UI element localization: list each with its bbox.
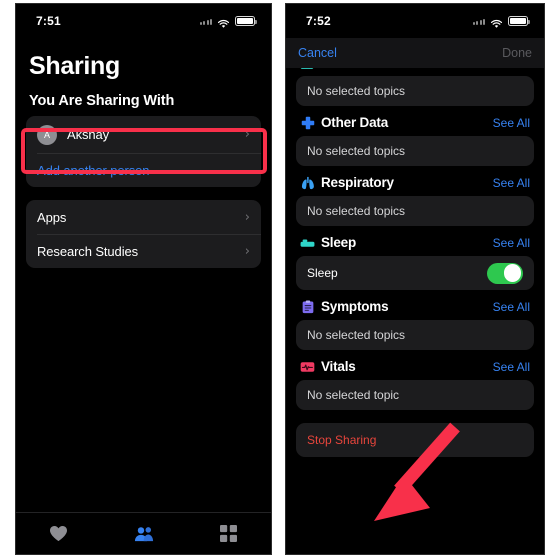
topic-row[interactable]: No selected topics (296, 136, 534, 166)
add-another-person-label: Add another person (37, 162, 150, 178)
topic-row[interactable]: No selected topic (296, 380, 534, 410)
avatar: A (37, 124, 57, 145)
see-all-button[interactable]: See All (493, 360, 530, 374)
topic-label: No selected topics (307, 204, 406, 218)
wifi-icon (217, 16, 230, 28)
browse-tab[interactable] (199, 519, 259, 549)
section-title: Vitals (321, 359, 356, 374)
person-card: A Akshay › Add another person (26, 116, 261, 187)
page-title: Sharing (29, 52, 120, 80)
sleep-label: Sleep (307, 266, 338, 280)
cellular-dots-icon (472, 17, 485, 25)
sleep-toggle-switch[interactable] (487, 262, 523, 284)
stop-sharing-label: Stop Sharing (307, 433, 377, 447)
status-indicators (472, 16, 530, 28)
status-indicators (199, 16, 257, 28)
section-header-symptoms: Symptoms See All (296, 290, 534, 320)
partial-scrolled-section-header (296, 68, 534, 76)
bottom-tab-bar (16, 512, 271, 554)
wifi-icon (490, 16, 503, 28)
modal-navigation-bar: Cancel Done (286, 38, 544, 68)
chevron-right-icon: › (244, 127, 250, 142)
cellular-dots-icon (199, 17, 212, 25)
clipboard-icon (300, 299, 315, 314)
see-all-button[interactable]: See All (493, 116, 530, 130)
see-all-button[interactable]: See All (493, 176, 530, 190)
research-studies-label: Research Studies (37, 243, 139, 259)
settings-list: No selected topics Other Data See All No… (286, 68, 544, 457)
heart-icon (50, 525, 67, 542)
person-row-akshay[interactable]: A Akshay › (26, 116, 261, 153)
see-all-button[interactable]: See All (493, 236, 530, 250)
chevron-right-icon: › (244, 243, 250, 259)
sidebar-item-research-studies[interactable]: Research Studies › (26, 234, 261, 268)
topic-label: No selected topics (307, 328, 406, 342)
bed-icon (300, 68, 314, 69)
topic-label: No selected topics (307, 144, 406, 158)
left-status-bar: 7:51 (16, 4, 271, 38)
battery-icon (235, 16, 257, 26)
two-people-icon (134, 526, 153, 541)
navigation-card: Apps › Research Studies › (26, 200, 261, 268)
topic-label: No selected topic (307, 388, 400, 402)
sleep-toggle-row[interactable]: Sleep (296, 256, 534, 290)
toggle-knob (503, 264, 522, 282)
see-all-button[interactable]: See All (493, 300, 530, 314)
topic-row[interactable]: No selected topics (296, 320, 534, 350)
section-header-sleep: Sleep See All (296, 226, 534, 256)
section-title: Respiratory (321, 175, 394, 190)
left-phone-screen: 7:51 Sharing You Are Sharing With A Aksh… (15, 3, 272, 555)
stop-sharing-button[interactable]: Stop Sharing (296, 423, 534, 457)
sharing-tab[interactable] (114, 519, 174, 549)
settings-scroll-area[interactable]: No selected topics Other Data See All No… (286, 68, 544, 554)
sidebar-item-apps[interactable]: Apps › (26, 200, 261, 234)
topic-label: No selected topics (307, 84, 406, 98)
section-header-sharing-with: You Are Sharing With (29, 93, 175, 109)
left-screen-body: Sharing You Are Sharing With A Akshay › … (16, 38, 271, 554)
topic-row[interactable]: No selected topics (296, 76, 534, 106)
apps-label: Apps (37, 209, 67, 225)
chevron-right-icon: › (244, 209, 250, 225)
heart-rate-monitor-icon (300, 359, 315, 374)
summary-tab[interactable] (29, 519, 89, 549)
screenshot-canvas: 7:51 Sharing You Are Sharing With A Aksh… (0, 0, 560, 560)
section-title: Symptoms (321, 299, 389, 314)
add-another-person-row[interactable]: Add another person (26, 153, 261, 187)
section-header-respiratory: Respiratory See All (296, 166, 534, 196)
cancel-button[interactable]: Cancel (298, 46, 337, 60)
bed-icon (300, 235, 315, 250)
topic-row[interactable]: No selected topics (296, 196, 534, 226)
status-time: 7:51 (36, 14, 61, 28)
right-phone-screen: 7:52 Cancel Done No selected topics Othe… (285, 3, 545, 555)
plus-cross-icon (300, 115, 315, 130)
section-header-vitals: Vitals See All (296, 350, 534, 380)
status-time: 7:52 (306, 14, 331, 28)
battery-icon (508, 16, 530, 26)
lungs-icon (300, 175, 315, 190)
section-title: Other Data (321, 115, 389, 130)
grid-icon (220, 525, 237, 542)
done-button: Done (502, 46, 532, 60)
person-name: Akshay (67, 127, 110, 142)
section-title: Sleep (321, 235, 357, 250)
right-status-bar: 7:52 (286, 4, 544, 38)
section-header-other-data: Other Data See All (296, 106, 534, 136)
